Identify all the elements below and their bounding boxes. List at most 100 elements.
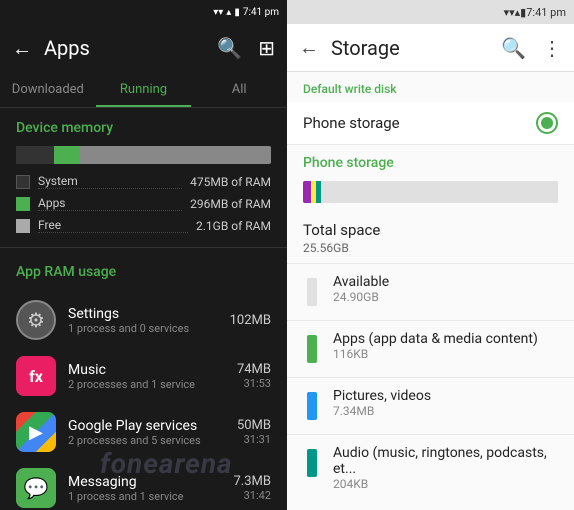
- app-usage: 50MB 31:31: [237, 418, 271, 446]
- default-write-disk-label: Default write disk: [287, 72, 574, 102]
- right-content: Default write disk Phone storage Phone s…: [287, 72, 574, 510]
- memory-bar: [16, 146, 271, 164]
- right-status-bar: ▾▾ ▴ ▮ 7:41 pm: [287, 0, 574, 24]
- app-info-settings: Settings 1 process and 0 services: [68, 306, 218, 335]
- app-icon-messaging: 💬: [16, 468, 56, 508]
- storage-chart-bar: [303, 181, 558, 203]
- phone-storage-option[interactable]: Phone storage: [287, 102, 574, 145]
- available-value: 24.90GB: [333, 290, 558, 304]
- audio-name: Audio (music, ringtones, podcasts, et...: [333, 445, 558, 477]
- status-icons: ▾▾ ▴ ▮ 7:41 pm: [213, 7, 279, 18]
- app-name: Music: [68, 362, 225, 378]
- system-color-swatch: [16, 175, 30, 189]
- list-item[interactable]: fx Music 2 processes and 1 service 74MB …: [0, 348, 287, 404]
- app-name: Settings: [68, 306, 218, 322]
- device-memory-header: Device memory: [0, 108, 287, 142]
- app-usage: 102MB: [230, 313, 271, 328]
- pics-dot: [307, 392, 317, 420]
- apps-info: Apps (app data & media content) 116KB: [333, 331, 558, 361]
- right-signal-icon: ▾▾: [504, 6, 515, 19]
- status-time: 7:41 pm: [243, 7, 279, 18]
- tab-downloaded[interactable]: Downloaded: [0, 72, 96, 107]
- storage-row-audio[interactable]: Audio (music, ringtones, podcasts, et...…: [287, 434, 574, 501]
- right-toolbar: ← Storage 🔍 ⋮: [287, 24, 574, 72]
- memory-apps-bar: [54, 146, 80, 164]
- right-search-button[interactable]: 🔍: [497, 32, 530, 64]
- free-color-swatch: [16, 219, 30, 233]
- available-icon: [303, 274, 321, 310]
- memory-legend: System 475MB of RAM Apps 296MB of RAM Fr…: [16, 172, 271, 235]
- app-ram-header: App RAM usage: [0, 252, 287, 286]
- storage-row-available[interactable]: Available 24.90GB: [287, 263, 574, 320]
- storage-row-apps[interactable]: Apps (app data & media content) 116KB: [287, 320, 574, 377]
- legend-free: Free 2.1GB of RAM: [16, 216, 271, 235]
- app-sub: 1 process and 1 service: [68, 490, 222, 503]
- wifi-icon: ▴: [226, 7, 231, 18]
- chart-seg-rest: [321, 181, 558, 203]
- apps-label: Apps: [38, 196, 182, 211]
- app-icon-music: fx: [16, 356, 56, 396]
- radio-selected[interactable]: [536, 112, 558, 134]
- pictures-name: Pictures, videos: [333, 388, 558, 404]
- divider: [0, 247, 287, 248]
- audio-icon: [303, 445, 321, 481]
- apps-storage-name: Apps (app data & media content): [333, 331, 558, 347]
- app-sub: 1 process and 0 services: [68, 322, 218, 335]
- app-size: 50MB: [237, 418, 271, 433]
- chart-seg-purple: [303, 181, 311, 203]
- apps-icon: [303, 331, 321, 367]
- pictures-value: 7.34MB: [333, 404, 558, 418]
- app-info-messaging: Messaging 1 process and 1 service: [68, 474, 222, 503]
- menu-button[interactable]: ⊞: [254, 32, 279, 64]
- memory-bars: System 475MB of RAM Apps 296MB of RAM Fr…: [0, 142, 287, 243]
- apps-value: 296MB of RAM: [190, 197, 271, 211]
- system-label: System: [38, 174, 182, 189]
- app-time: 31:53: [237, 377, 271, 390]
- available-name: Available: [333, 274, 558, 290]
- available-info: Available 24.90GB: [333, 274, 558, 304]
- app-sub: 2 processes and 1 service: [68, 378, 225, 391]
- audio-info: Audio (music, ringtones, podcasts, et...…: [333, 445, 558, 491]
- signal-icon: ▾▾: [213, 7, 223, 18]
- app-icon-settings: ⚙: [16, 300, 56, 340]
- tab-running[interactable]: Running: [96, 72, 192, 107]
- phone-storage-label: Phone storage: [303, 114, 536, 132]
- app-name: Messaging: [68, 474, 222, 490]
- right-menu-button[interactable]: ⋮: [538, 32, 566, 64]
- tab-all[interactable]: All: [191, 72, 287, 107]
- list-item[interactable]: ⚙ Settings 1 process and 0 services 102M…: [0, 292, 287, 348]
- phone-storage-section-header: Phone storage: [287, 145, 574, 177]
- free-label: Free: [38, 218, 188, 233]
- storage-row-pictures[interactable]: Pictures, videos 7.34MB: [287, 377, 574, 434]
- app-usage: 7.3MB 31:42: [234, 474, 272, 502]
- list-item[interactable]: ▶ Google Play services 2 processes and 5…: [0, 404, 287, 460]
- app-time: 31:31: [237, 433, 271, 446]
- right-back-button[interactable]: ←: [295, 31, 323, 64]
- app-size: 74MB: [237, 362, 271, 377]
- radio-inner: [541, 117, 553, 129]
- left-toolbar: ← Apps 🔍 ⊞: [0, 24, 287, 72]
- app-size: 102MB: [230, 313, 271, 328]
- total-space-label: Total space: [287, 213, 574, 241]
- page-title: Apps: [44, 36, 205, 60]
- free-value: 2.1GB of RAM: [196, 219, 271, 233]
- app-list: ⚙ Settings 1 process and 0 services 102M…: [0, 286, 287, 510]
- apps-dot: [307, 335, 317, 363]
- battery-icon: ▮: [234, 7, 240, 18]
- app-usage: 74MB 31:53: [237, 362, 271, 390]
- apps-color-swatch: [16, 197, 30, 211]
- app-info-music: Music 2 processes and 1 service: [68, 362, 225, 391]
- left-content: Device memory System 475MB of RAM Apps 2…: [0, 108, 287, 510]
- legend-apps: Apps 296MB of RAM: [16, 194, 271, 213]
- left-panel: ▾▾ ▴ ▮ 7:41 pm ← Apps 🔍 ⊞ Downloaded Run…: [0, 0, 287, 510]
- list-item[interactable]: 💬 Messaging 1 process and 1 service 7.3M…: [0, 460, 287, 510]
- back-button[interactable]: ←: [8, 32, 36, 65]
- app-name: Google Play services: [68, 418, 225, 434]
- pictures-info: Pictures, videos 7.34MB: [333, 388, 558, 418]
- right-panel: ▾▾ ▴ ▮ 7:41 pm ← Storage 🔍 ⋮ Default wri…: [287, 0, 574, 510]
- apps-storage-value: 116KB: [333, 347, 558, 361]
- search-button[interactable]: 🔍: [213, 32, 246, 64]
- memory-system-bar: [16, 146, 54, 164]
- app-size: 7.3MB: [234, 474, 272, 489]
- audio-dot: [307, 449, 317, 477]
